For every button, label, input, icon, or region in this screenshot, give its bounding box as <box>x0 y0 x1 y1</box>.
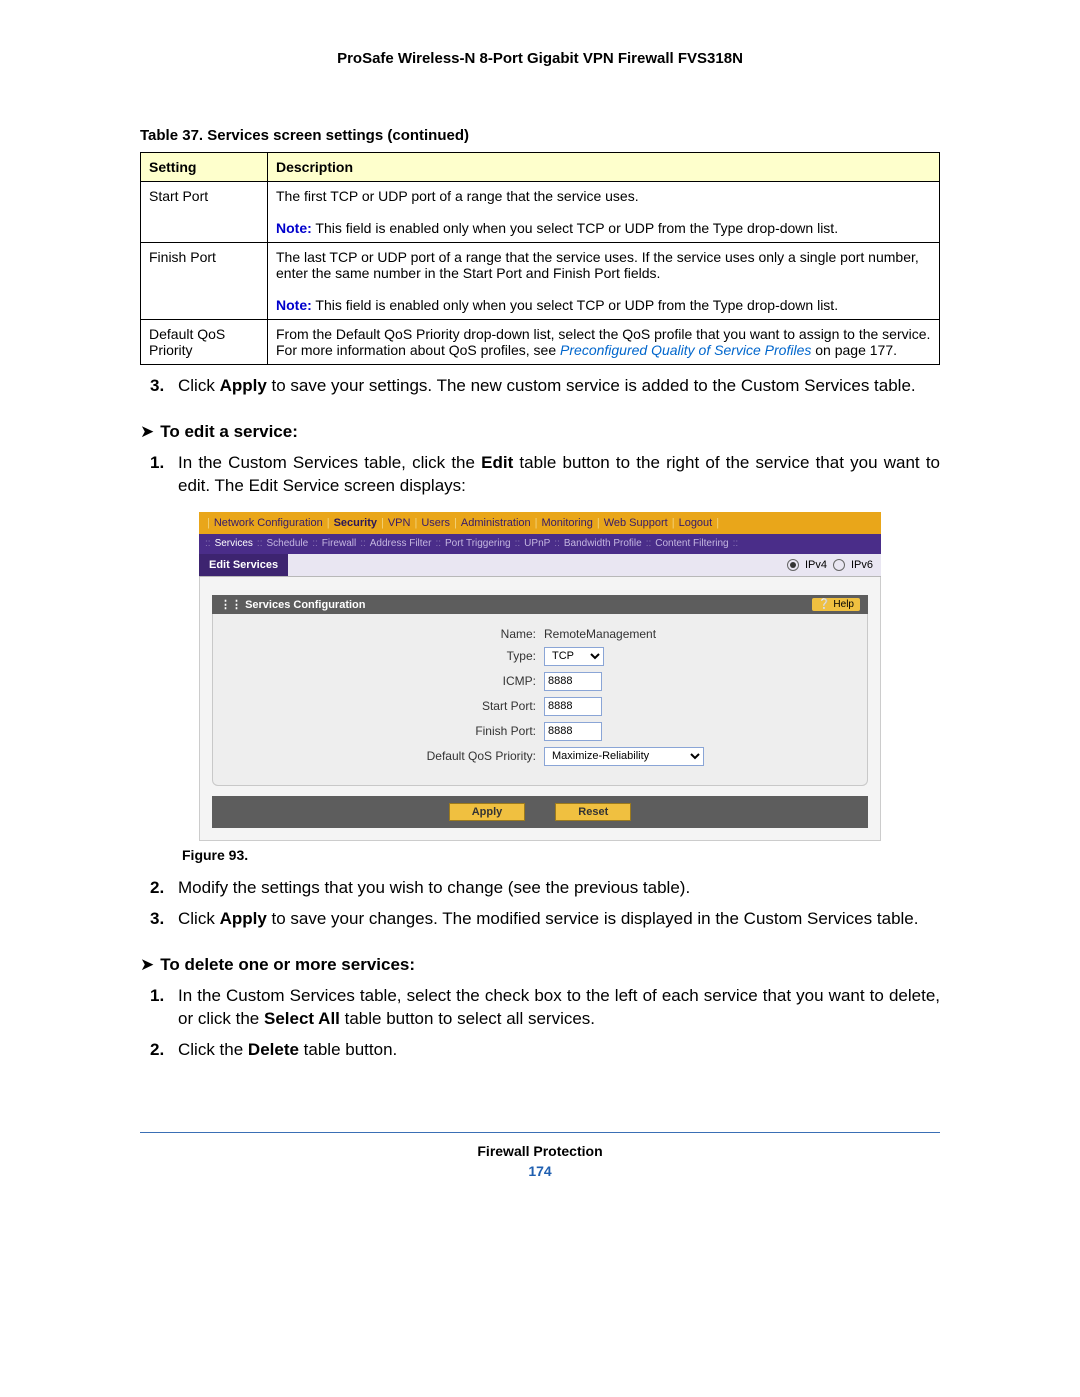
startport-input[interactable] <box>544 697 602 716</box>
subnav-item[interactable]: Schedule <box>266 538 308 549</box>
note-text: This field is enabled only when you sele… <box>312 220 838 236</box>
nav-item[interactable]: Administration <box>461 517 531 529</box>
finishport-input[interactable] <box>544 722 602 741</box>
step-text: In the Custom Services table, select the… <box>178 985 940 1031</box>
icmp-input[interactable] <box>544 672 602 691</box>
startport-label: Start Port: <box>276 699 536 713</box>
desc-text: The last TCP or UDP port of a range that… <box>276 249 919 281</box>
step-text: Click the Delete table button. <box>178 1039 940 1062</box>
cell-desc: From the Default QoS Priority drop-down … <box>268 320 940 365</box>
ipv6-label: IPv6 <box>851 559 873 571</box>
secondary-nav: :: Services:: Schedule:: Firewall:: Addr… <box>199 534 881 554</box>
primary-nav: | Network Configuration| Security| VPN| … <box>199 512 881 534</box>
subnav-item[interactable]: Address Filter <box>370 538 432 549</box>
apply-button[interactable]: Apply <box>449 803 526 821</box>
subnav-item[interactable]: Bandwidth Profile <box>564 538 642 549</box>
page-footer: Firewall Protection 174 <box>140 1132 940 1179</box>
ipv4-radio[interactable] <box>787 559 799 571</box>
desc-text: The first TCP or UDP port of a range tha… <box>276 188 639 204</box>
help-button[interactable]: ❔ Help <box>812 598 860 611</box>
step-number: 1. <box>150 452 178 498</box>
step-number: 3. <box>150 908 178 931</box>
step-number: 2. <box>150 877 178 900</box>
nav-item[interactable]: Logout <box>679 517 713 529</box>
qos-select[interactable]: Maximize-Reliability <box>544 747 704 766</box>
ipv6-radio[interactable] <box>833 559 845 571</box>
nav-item[interactable]: VPN <box>388 517 411 529</box>
subnav-item[interactable]: Services <box>215 538 253 549</box>
type-label: Type: <box>276 649 536 663</box>
figure-caption: Figure 93. <box>182 847 940 863</box>
type-select[interactable]: TCP <box>544 647 604 666</box>
subnav-item[interactable]: UPnP <box>524 538 550 549</box>
section-header: ⋮⋮ Services Configuration ❔ Help <box>212 595 868 614</box>
name-label: Name: <box>276 627 536 641</box>
qos-label: Default QoS Priority: <box>276 749 536 763</box>
cell-setting: Finish Port <box>141 243 268 320</box>
name-value: RemoteManagement <box>544 627 804 641</box>
action-bar: Apply Reset <box>212 796 868 828</box>
table-row: Default QoS Priority From the Default Qo… <box>141 320 940 365</box>
section-heading-delete: ➤To delete one or more services: <box>140 955 940 975</box>
subnav-item[interactable]: Content Filtering <box>655 538 728 549</box>
arrow-icon: ➤ <box>140 955 154 974</box>
panel-titlebar: Edit Services IPv4 IPv6 <box>199 554 881 577</box>
step-text: Click Apply to save your changes. The mo… <box>178 908 940 931</box>
nav-item[interactable]: Network Configuration <box>214 517 323 529</box>
icmp-label: ICMP: <box>276 674 536 688</box>
th-description: Description <box>268 153 940 182</box>
th-setting: Setting <box>141 153 268 182</box>
ipv4-label: IPv4 <box>805 559 827 571</box>
form-area: Name: RemoteManagement Type: TCP ICMP: S… <box>212 614 868 786</box>
nav-item[interactable]: Web Support <box>604 517 668 529</box>
table-row: Start Port The first TCP or UDP port of … <box>141 182 940 243</box>
edit-service-screenshot: | Network Configuration| Security| VPN| … <box>199 512 881 841</box>
footer-pagenum: 174 <box>140 1163 940 1179</box>
nav-item[interactable]: Security <box>334 517 377 529</box>
note-label: Note: <box>276 297 312 313</box>
note-text: This field is enabled only when you sele… <box>312 297 838 313</box>
nav-item[interactable]: Monitoring <box>541 517 592 529</box>
nav-item[interactable]: Users <box>421 517 450 529</box>
arrow-icon: ➤ <box>140 422 154 441</box>
cell-setting: Default QoS Priority <box>141 320 268 365</box>
section-title: ⋮⋮ Services Configuration <box>220 598 365 611</box>
finishport-label: Finish Port: <box>276 724 536 738</box>
panel-title: Edit Services <box>199 554 288 576</box>
step-number: 3. <box>150 375 178 398</box>
page-header: ProSafe Wireless-N 8-Port Gigabit VPN Fi… <box>140 50 940 67</box>
note-label: Note: <box>276 220 312 236</box>
step-number: 2. <box>150 1039 178 1062</box>
step-text: Modify the settings that you wish to cha… <box>178 877 940 900</box>
table-row: Finish Port The last TCP or UDP port of … <box>141 243 940 320</box>
desc-text: on page 177. <box>811 342 897 358</box>
step-text: Click Apply to save your settings. The n… <box>178 375 940 398</box>
table-caption: Table 37. Services screen settings (cont… <box>140 127 940 144</box>
cell-desc: The last TCP or UDP port of a range that… <box>268 243 940 320</box>
settings-table: Setting Description Start Port The first… <box>140 152 940 365</box>
reset-button[interactable]: Reset <box>555 803 631 821</box>
step-text: In the Custom Services table, click the … <box>178 452 940 498</box>
subnav-item[interactable]: Firewall <box>322 538 356 549</box>
link-text[interactable]: Preconfigured Quality of Service Profile… <box>560 342 811 358</box>
footer-section: Firewall Protection <box>140 1143 940 1159</box>
section-heading-edit: ➤To edit a service: <box>140 422 940 442</box>
step-number: 1. <box>150 985 178 1031</box>
cell-desc: The first TCP or UDP port of a range tha… <box>268 182 940 243</box>
cell-setting: Start Port <box>141 182 268 243</box>
subnav-item[interactable]: Port Triggering <box>445 538 511 549</box>
